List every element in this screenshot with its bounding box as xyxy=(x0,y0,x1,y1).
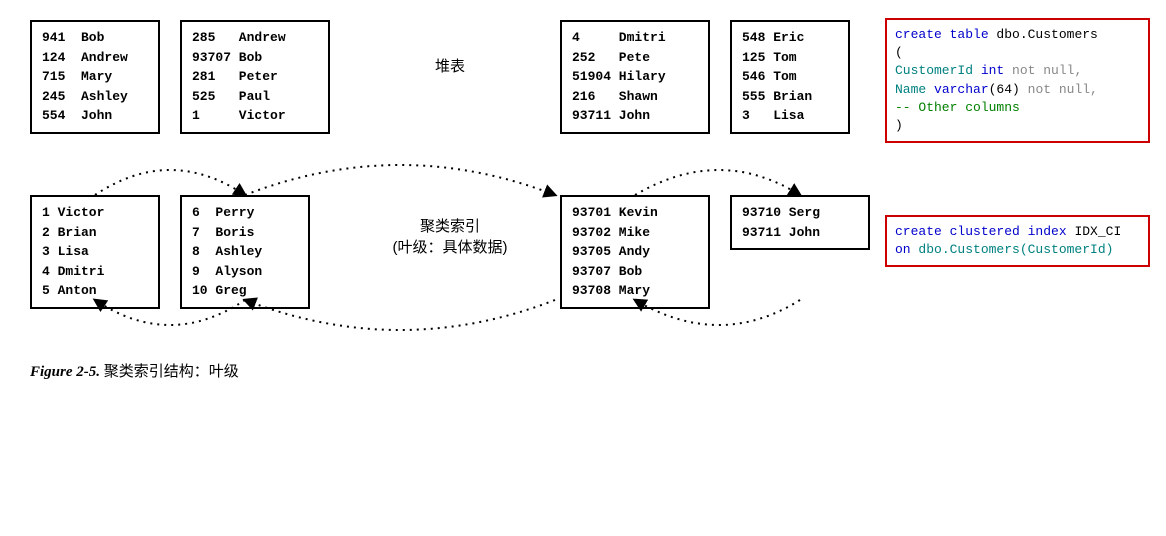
kw-create-table: create table xyxy=(895,27,989,42)
clustered-label-line1: 聚类索引 xyxy=(420,218,480,235)
varchar-size: (64) xyxy=(989,82,1028,97)
type-int: int xyxy=(981,63,1004,78)
code-line-5: -- Other columns xyxy=(895,99,1140,117)
code-idx-line-1: create clustered index IDX_CI xyxy=(895,223,1140,241)
arc-b1-b2-top xyxy=(95,170,245,195)
code-line-2: ( xyxy=(895,44,1140,62)
code-line-1: create table dbo.Customers xyxy=(895,26,1140,44)
col-customerid: CustomerId xyxy=(895,63,981,78)
code-create-table: create table dbo.Customers ( CustomerId … xyxy=(885,18,1150,143)
paren-close: ) xyxy=(895,118,903,133)
heap-box-2: 285 Andrew 93707 Bob 281 Peter 525 Paul … xyxy=(180,20,330,134)
heap-box-4: 548 Eric 125 Tom 546 Tom 555 Brian 3 Lis… xyxy=(730,20,850,134)
mod-notnull1: not null, xyxy=(1004,63,1082,78)
arc-b2-b3-top xyxy=(245,165,555,195)
figure-caption: Figure 2-5. 聚类索引结构：叶级 xyxy=(30,360,239,381)
clustered-box-2-rows: 6 Perry 7 Boris 8 Ashley 9 Alyson 10 Gre… xyxy=(192,205,262,298)
clustered-label-line2: (叶级：具体数据) xyxy=(393,239,508,256)
clustered-box-1-rows: 1 Victor 2 Brian 3 Lisa 4 Dmitri 5 Anton xyxy=(42,205,104,298)
heap-box-1-rows: 941 Bob 124 Andrew 715 Mary 245 Ashley 5… xyxy=(42,30,128,123)
ident-idxci: IDX_CI xyxy=(1067,224,1122,239)
clustered-box-3: 93701 Kevin 93702 Mike 93705 Andy 93707 … xyxy=(560,195,710,309)
comment-other: -- Other columns xyxy=(895,100,1020,115)
code-idx-line-2: on dbo.Customers(CustomerId) xyxy=(895,241,1140,259)
ident-dbo-customers: dbo.Customers xyxy=(989,27,1098,42)
caption-bold: Figure 2-5. xyxy=(30,364,100,380)
clustered-box-3-rows: 93701 Kevin 93702 Mike 93705 Andy 93707 … xyxy=(572,205,658,298)
arc-b3-b4-top xyxy=(635,170,800,195)
col-name: Name xyxy=(895,82,934,97)
ident-on-target: dbo.Customers(CustomerId) xyxy=(911,242,1114,257)
paren-open: ( xyxy=(895,45,903,60)
clustered-box-1: 1 Victor 2 Brian 3 Lisa 4 Dmitri 5 Anton xyxy=(30,195,160,309)
heap-label-text: 堆表 xyxy=(435,58,465,75)
kw-on: on xyxy=(895,242,911,257)
heap-box-3-rows: 4 Dmitri 252 Pete 51904 Hilary 216 Shawn… xyxy=(572,30,666,123)
heap-box-4-rows: 548 Eric 125 Tom 546 Tom 555 Brian 3 Lis… xyxy=(742,30,812,123)
kw-create-clustered-index: create clustered index xyxy=(895,224,1067,239)
mod-notnull2: not null, xyxy=(1028,82,1098,97)
code-line-3: CustomerId int not null, xyxy=(895,62,1140,80)
code-create-index: create clustered index IDX_CI on dbo.Cus… xyxy=(885,215,1150,267)
clustered-label: 聚类索引 (叶级：具体数据) xyxy=(375,215,525,257)
heap-box-3: 4 Dmitri 252 Pete 51904 Hilary 216 Shawn… xyxy=(560,20,710,134)
heap-box-1: 941 Bob 124 Andrew 715 Mary 245 Ashley 5… xyxy=(30,20,160,134)
caption-rest: 聚类索引结构：叶级 xyxy=(100,364,239,380)
code-line-6: ) xyxy=(895,117,1140,135)
clustered-box-4-rows: 93710 Serg 93711 John xyxy=(742,205,820,240)
heap-box-2-rows: 285 Andrew 93707 Bob 281 Peter 525 Paul … xyxy=(192,30,286,123)
clustered-box-2: 6 Perry 7 Boris 8 Ashley 9 Alyson 10 Gre… xyxy=(180,195,310,309)
code-line-4: Name varchar(64) not null, xyxy=(895,81,1140,99)
type-varchar: varchar xyxy=(934,82,989,97)
clustered-box-4: 93710 Serg 93711 John xyxy=(730,195,870,250)
heap-label: 堆表 xyxy=(400,55,500,76)
